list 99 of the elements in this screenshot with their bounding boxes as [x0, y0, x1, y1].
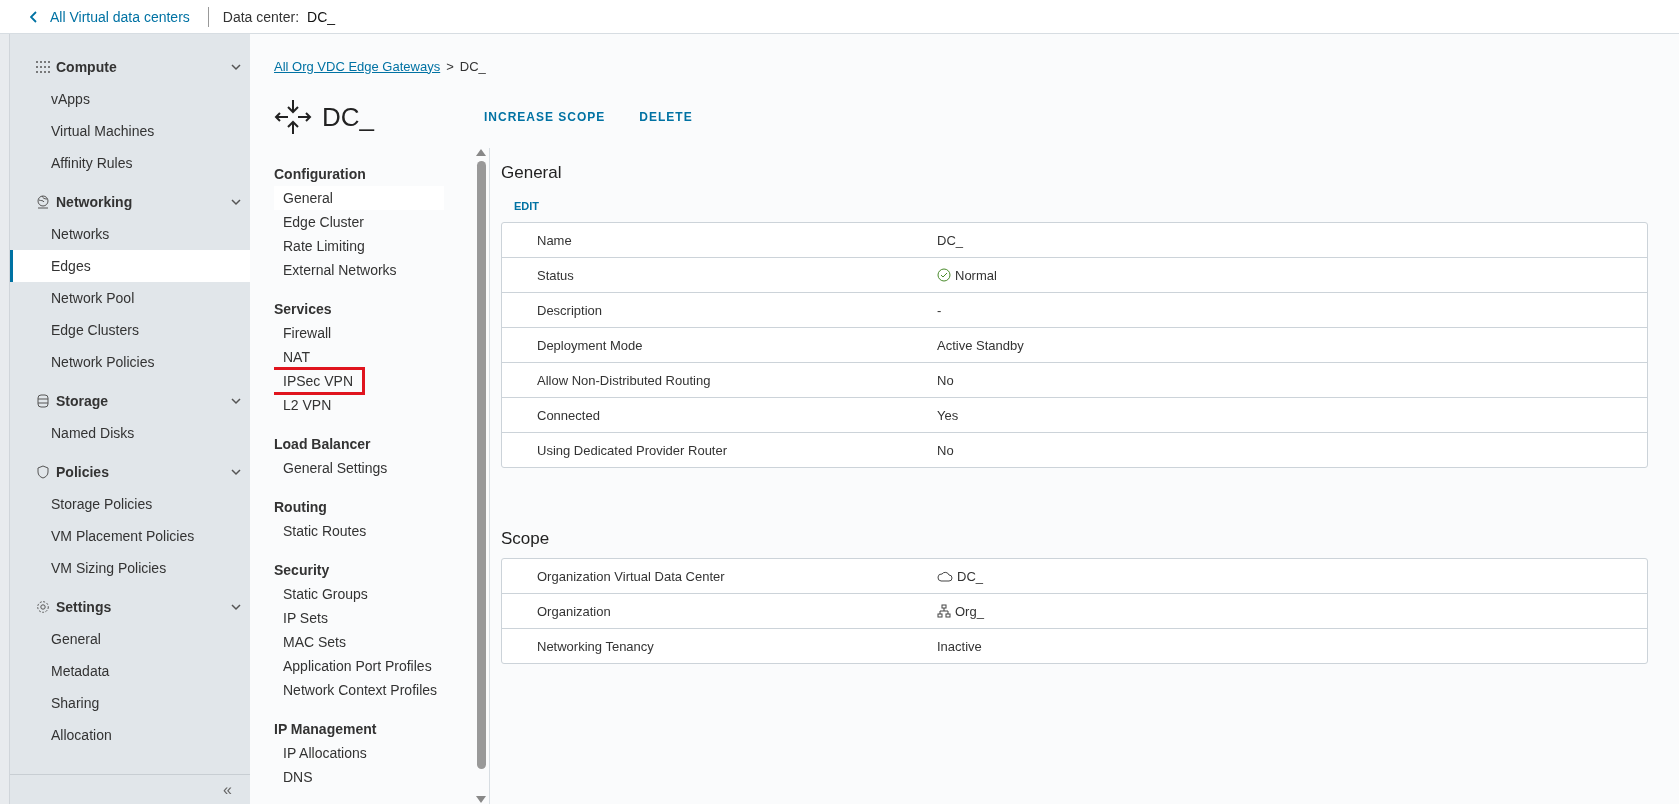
nav-item[interactable]: NAT	[274, 345, 310, 369]
chevron-icon	[230, 466, 242, 478]
nav-item[interactable]: General Settings	[274, 456, 388, 480]
sidebar-item[interactable]: Storage Policies	[10, 488, 250, 520]
nav-item[interactable]: Edge Cluster	[274, 210, 364, 234]
sidebar-group-header[interactable]: Policies	[10, 456, 250, 488]
context-label: Data center:	[222, 8, 300, 25]
back-link[interactable]: All Virtual data centers	[30, 6, 209, 27]
sidebar-group-header[interactable]: Storage	[10, 385, 250, 417]
property-value: Org_	[955, 603, 984, 619]
property-value: No	[937, 372, 954, 388]
property-label: Status	[536, 267, 575, 283]
nav-item[interactable]: L2 VPN	[274, 393, 332, 417]
property-value: Inactive	[937, 638, 982, 654]
property-label: Connected	[536, 407, 601, 423]
sidebar-item[interactable]: Network Policies	[10, 346, 250, 378]
group-label: Networking	[56, 194, 134, 210]
check-circle-icon	[937, 268, 951, 282]
settings-icon	[36, 600, 50, 614]
property-value: DC_	[957, 568, 983, 584]
breadcrumb-separator: >	[446, 58, 454, 74]
property-value: Active Standby	[937, 337, 1024, 353]
sidebar-item[interactable]: Metadata	[10, 655, 250, 687]
scroll-up-icon	[475, 148, 487, 157]
section-title: General	[501, 162, 563, 184]
property-value: Yes	[937, 407, 959, 423]
nav-section-title: IP Management	[274, 720, 378, 739]
chevron-icon	[230, 601, 242, 613]
group-label: Storage	[56, 393, 110, 409]
grid-icon	[36, 60, 50, 74]
back-icon	[30, 10, 38, 23]
nav-section-title: Configuration	[274, 165, 367, 184]
nav-item[interactable]: Network Context Profiles	[274, 678, 438, 702]
chevron-icon	[230, 61, 242, 73]
sidebar-item[interactable]: Virtual Machines	[10, 115, 250, 147]
sidebar-item[interactable]: General	[10, 623, 250, 655]
sidebar-item[interactable]: vApps	[10, 83, 250, 115]
sidebar-item[interactable]: Edge Clusters	[10, 314, 250, 346]
scroll-thumb[interactable]	[476, 161, 486, 769]
property-label: Description	[536, 302, 604, 318]
nav-item[interactable]: Static Routes	[274, 519, 367, 543]
action-button[interactable]: DELETE	[627, 104, 705, 130]
sidebar-item[interactable]: Affinity Rules	[10, 147, 250, 179]
sidebar-item[interactable]: VM Sizing Policies	[10, 552, 250, 584]
arrows-converge-icon	[274, 98, 312, 136]
group-label: Policies	[56, 464, 110, 480]
chevron-icon	[230, 395, 242, 407]
nav-section-title: Routing	[274, 498, 328, 517]
section-title: Scope	[501, 528, 551, 550]
sidebar-item[interactable]: Network Pool	[10, 282, 250, 314]
edit-button[interactable]: EDIT	[501, 194, 553, 218]
scroll-down-icon	[475, 795, 487, 804]
property-label: Deployment Mode	[536, 337, 644, 353]
nav-item[interactable]: Firewall	[274, 321, 332, 345]
breadcrumb-current: DC_	[459, 58, 486, 74]
scrollbar[interactable]	[473, 148, 489, 804]
nav-item[interactable]: General	[274, 186, 444, 210]
property-label: Organization Virtual Data Center	[536, 568, 726, 584]
property-label: Organization	[536, 603, 612, 619]
sidebar-item[interactable]: VM Placement Policies	[10, 520, 250, 552]
chevron-icon	[230, 196, 242, 208]
property-value: -	[937, 302, 942, 318]
sidebar-item[interactable]: Networks	[10, 218, 250, 250]
sidebar-group-header[interactable]: Networking	[10, 186, 250, 218]
property-value: DC_	[937, 232, 963, 248]
nav-section-title: Load Balancer	[274, 435, 372, 454]
property-label: Allow Non-Distributed Routing	[536, 372, 712, 388]
nav-item[interactable]: Rate Limiting	[274, 234, 365, 258]
sidebar-item[interactable]: Named Disks	[10, 417, 250, 449]
nav-item[interactable]: Application Port Profiles	[274, 654, 432, 678]
action-button[interactable]: INCREASE SCOPE	[472, 104, 618, 130]
sidebar-item[interactable]: Allocation	[10, 719, 250, 751]
property-value: Normal	[955, 267, 997, 283]
property-label: Name	[536, 232, 573, 248]
nav-section-title: Security	[274, 561, 331, 580]
database-icon	[36, 394, 50, 408]
property-value: No	[937, 442, 954, 458]
shield-icon	[36, 465, 50, 479]
page-title: DC_	[322, 101, 376, 133]
sidebar-group-header[interactable]: Settings	[10, 591, 250, 623]
nav-section-title: Services	[274, 300, 333, 319]
sidebar-item[interactable]: Sharing	[10, 687, 250, 719]
nav-item[interactable]: DNS	[274, 765, 313, 789]
nav-item[interactable]: Static Groups	[274, 582, 368, 606]
property-label: Using Dedicated Provider Router	[536, 442, 729, 458]
property-label: Networking Tenancy	[536, 638, 655, 654]
group-label: Compute	[56, 59, 118, 75]
nav-item[interactable]: IP Allocations	[274, 741, 367, 765]
hierarchy-icon	[937, 604, 951, 618]
cloud-icon	[937, 570, 953, 582]
group-label: Settings	[56, 599, 113, 615]
sidebar-item[interactable]: Edges	[10, 250, 250, 282]
nav-item[interactable]: External Networks	[274, 258, 397, 282]
nav-item[interactable]: MAC Sets	[274, 630, 346, 654]
breadcrumb-link[interactable]: All Org VDC Edge Gateways	[274, 58, 441, 74]
nav-item[interactable]: IP Sets	[274, 606, 328, 630]
nav-item[interactable]: IPSec VPN	[274, 369, 364, 393]
sidebar-group-header[interactable]: Compute	[10, 51, 250, 83]
context-value: DC_	[307, 8, 336, 25]
